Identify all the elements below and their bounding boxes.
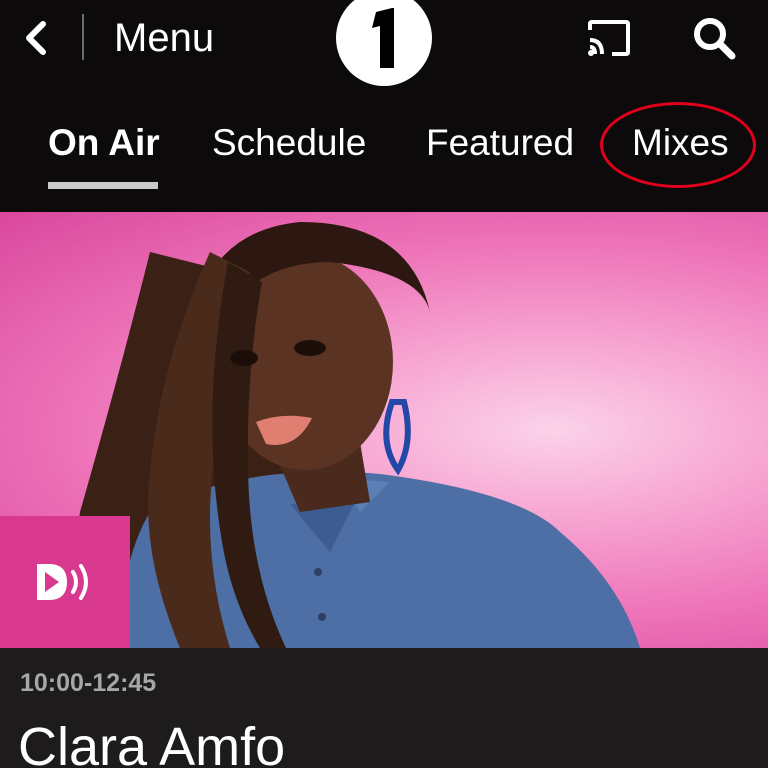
cast-icon bbox=[588, 20, 630, 56]
search-icon bbox=[694, 18, 736, 60]
active-tab-indicator bbox=[48, 182, 158, 189]
tab-on-air[interactable]: On Air bbox=[48, 120, 160, 166]
back-button[interactable] bbox=[14, 14, 58, 62]
chevron-left-icon bbox=[26, 21, 46, 55]
now-playing-info: 10:00-12:45 Clara Amfo bbox=[0, 648, 768, 768]
radio-1-logo[interactable] bbox=[336, 0, 432, 86]
radio-app-screen: Menu On Air Schedule Featured Mixes 10:0… bbox=[0, 0, 768, 768]
menu-button[interactable]: Menu bbox=[114, 14, 214, 62]
listen-live-button[interactable] bbox=[0, 516, 130, 648]
tab-bar: On Air Schedule Featured Mixes bbox=[0, 100, 768, 212]
header-divider bbox=[82, 14, 84, 60]
tab-mixes[interactable]: Mixes bbox=[632, 120, 729, 166]
cast-button[interactable] bbox=[584, 16, 634, 60]
presenter-name[interactable]: Clara Amfo bbox=[18, 716, 285, 768]
tab-featured[interactable]: Featured bbox=[426, 120, 574, 166]
search-button[interactable] bbox=[690, 14, 740, 62]
top-bar: Menu bbox=[0, 0, 768, 86]
listen-live-icon bbox=[37, 564, 88, 600]
show-time: 10:00-12:45 bbox=[20, 669, 157, 697]
logo-mark bbox=[372, 8, 394, 68]
tab-schedule[interactable]: Schedule bbox=[212, 120, 366, 166]
